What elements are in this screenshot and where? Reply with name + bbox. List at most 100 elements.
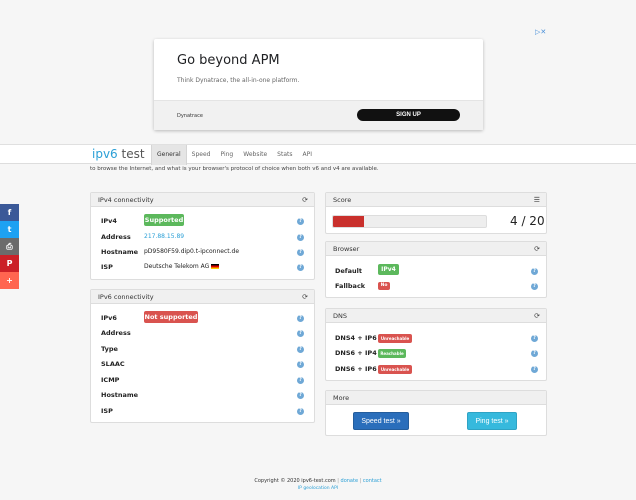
- tab-website[interactable]: Website: [238, 145, 272, 165]
- refresh-icon[interactable]: ⟳: [534, 242, 540, 256]
- tab-stats[interactable]: Stats: [272, 145, 297, 165]
- ipv4-panel: IPv4 connectivity ⟳ IPv4 Supported ? Add…: [90, 192, 315, 280]
- type-label: Type: [101, 345, 118, 353]
- browser-panel-title: Browser: [333, 245, 360, 253]
- nav-tabs: General Speed Ping Website Stats API: [151, 145, 317, 165]
- icmp-label: ICMP: [101, 376, 120, 384]
- more-panel-header: More: [326, 391, 546, 405]
- ipv4-panel-title: IPv4 connectivity: [98, 196, 154, 204]
- info-icon[interactable]: ?: [297, 264, 304, 271]
- pinterest-share-icon[interactable]: P: [0, 255, 19, 272]
- score-panel: Score ☰ 4 / 20: [325, 192, 547, 234]
- info-icon[interactable]: ?: [297, 234, 304, 241]
- dns4-ip6-badge: Unreachable: [378, 334, 412, 343]
- ad-signup-button[interactable]: SIGN UP: [357, 109, 460, 121]
- ad-title: Go beyond APM: [177, 53, 280, 68]
- dns6-ip4-label: DNS6 + IP4: [335, 349, 377, 357]
- ad-subtitle: Think Dynatrace, the all-in-one platform…: [177, 77, 300, 84]
- default-protocol-badge: IPv4: [378, 264, 399, 275]
- ipv6-panel-title: IPv6 connectivity: [98, 293, 154, 301]
- twitter-share-icon[interactable]: t: [0, 221, 19, 238]
- info-icon[interactable]: ?: [531, 283, 538, 290]
- ipv4-address-value[interactable]: 217.88.15.89: [144, 233, 184, 240]
- score-progress-bar: [332, 215, 487, 228]
- dns6-ip4-badge: Reachable: [378, 349, 406, 358]
- footer: Copyright © 2020 ipv6-test.com | donate …: [0, 478, 636, 484]
- info-icon[interactable]: ?: [297, 346, 304, 353]
- footer-separator: |: [359, 478, 362, 484]
- logo-text-b: test: [117, 147, 145, 161]
- info-icon[interactable]: ?: [297, 315, 304, 322]
- browser-panel: Browser ⟳ Default IPv4 ? Fallback No ?: [325, 241, 547, 298]
- address-label: Address: [101, 233, 131, 241]
- tab-general[interactable]: General: [151, 145, 187, 165]
- share-bar: f t ⎙ P +: [0, 204, 19, 289]
- facebook-share-icon[interactable]: f: [0, 204, 19, 221]
- score-progress-fill: [333, 216, 364, 227]
- tab-speed[interactable]: Speed: [187, 145, 216, 165]
- refresh-icon[interactable]: ⟳: [534, 309, 540, 323]
- geolocation-api-link[interactable]: IP geolocation API: [0, 486, 636, 491]
- ipv4-isp-value: Deutsche Telekom AG: [144, 263, 220, 270]
- info-icon[interactable]: ?: [297, 218, 304, 225]
- info-icon[interactable]: ?: [531, 268, 538, 275]
- refresh-icon[interactable]: ⟳: [302, 290, 308, 304]
- ping-test-button[interactable]: Ping test »: [467, 412, 517, 430]
- germany-flag-icon: [211, 264, 220, 269]
- list-icon[interactable]: ☰: [534, 193, 540, 207]
- score-panel-title: Score: [333, 196, 352, 204]
- ad-footer: Dynatrace SIGN UP: [154, 100, 483, 130]
- info-icon[interactable]: ?: [297, 377, 304, 384]
- ipv6-panel-header: IPv6 connectivity ⟳: [91, 290, 314, 304]
- hostname-label: Hostname: [101, 248, 139, 256]
- info-icon[interactable]: ?: [297, 249, 304, 256]
- score-value: 4 / 20: [510, 214, 545, 228]
- dns4-ip6-label: DNS4 + IP6: [335, 334, 377, 342]
- more-share-icon[interactable]: +: [0, 272, 19, 289]
- dns6-ip6-badge: Unreachable: [378, 365, 412, 374]
- tab-ping[interactable]: Ping: [215, 145, 238, 165]
- more-panel-title: More: [333, 394, 350, 402]
- info-icon[interactable]: ?: [531, 335, 538, 342]
- isp-label: ISP: [101, 263, 113, 271]
- info-icon[interactable]: ?: [297, 330, 304, 337]
- dns6-ip6-label: DNS6 + IP6: [335, 365, 377, 373]
- speed-test-button[interactable]: Speed test »: [353, 412, 409, 430]
- navbar: ipv6 test General Speed Ping Website Sta…: [0, 144, 636, 165]
- fallback-label: Fallback: [335, 282, 366, 290]
- hostname-label: Hostname: [101, 391, 139, 399]
- score-panel-header: Score ☰: [326, 193, 546, 207]
- logo-text-a: ipv6: [92, 147, 118, 161]
- info-icon[interactable]: ?: [297, 392, 304, 399]
- info-icon[interactable]: ?: [297, 361, 304, 368]
- footer-separator: |: [337, 478, 339, 484]
- ipv6-status-badge: Not supported: [144, 311, 198, 323]
- dns-panel-title: DNS: [333, 312, 347, 320]
- ipv4-hostname-value: pD9580F59.dip0.t-ipconnect.de: [144, 248, 240, 255]
- ipv4-panel-header: IPv4 connectivity ⟳: [91, 193, 314, 207]
- ipv4-label: IPv4: [101, 217, 117, 225]
- info-icon[interactable]: ?: [531, 350, 538, 357]
- info-icon[interactable]: ?: [531, 366, 538, 373]
- ad-banner[interactable]: Go beyond APM Think Dynatrace, the all-i…: [154, 39, 483, 130]
- copyright-text: Copyright © 2020 ipv6-test.com: [254, 478, 336, 484]
- contact-link[interactable]: contact: [363, 478, 382, 484]
- site-logo[interactable]: ipv6 test: [92, 147, 145, 161]
- dns-panel: DNS ⟳ DNS4 + IP6 Unreachable ? DNS6 + IP…: [325, 308, 547, 381]
- browser-panel-header: Browser ⟳: [326, 242, 546, 256]
- slaac-label: SLAAC: [101, 360, 125, 368]
- ipv6-label: IPv6: [101, 314, 117, 322]
- print-share-icon[interactable]: ⎙: [0, 238, 19, 255]
- info-icon[interactable]: ?: [297, 408, 304, 415]
- ad-choices-icon[interactable]: ▷✕: [535, 28, 546, 36]
- tab-api[interactable]: API: [297, 145, 317, 165]
- isp-label: ISP: [101, 407, 113, 415]
- dns-panel-header: DNS ⟳: [326, 309, 546, 323]
- ipv6-panel: IPv6 connectivity ⟳ IPv6 Not supported ?…: [90, 289, 315, 423]
- ad-brand: Dynatrace: [177, 113, 203, 119]
- address-label: Address: [101, 329, 131, 337]
- more-panel: More Speed test » Ping test »: [325, 390, 547, 436]
- default-label: Default: [335, 267, 362, 275]
- refresh-icon[interactable]: ⟳: [302, 193, 308, 207]
- donate-link[interactable]: donate: [341, 478, 359, 484]
